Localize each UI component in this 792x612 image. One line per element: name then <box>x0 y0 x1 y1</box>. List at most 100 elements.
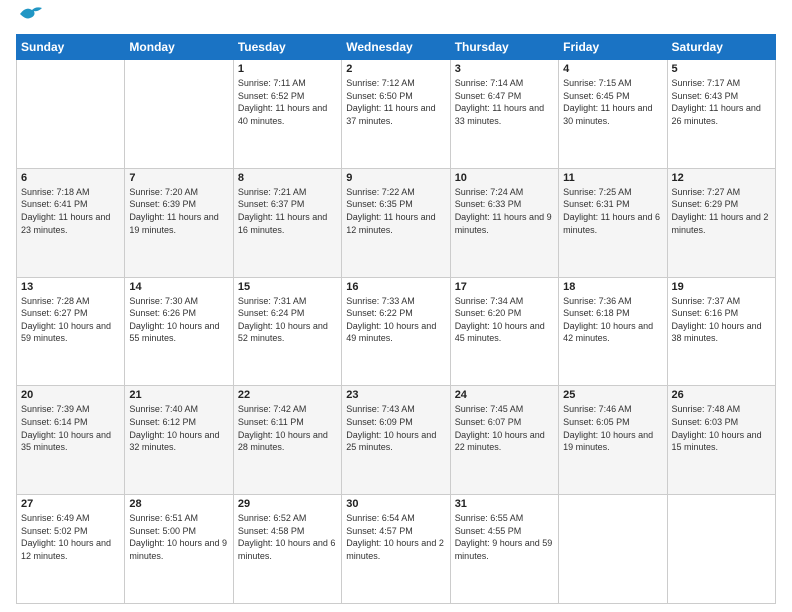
calendar-cell: 8 Sunrise: 7:21 AMSunset: 6:37 PMDaylight… <box>233 168 341 277</box>
calendar-cell <box>667 495 775 604</box>
calendar-table: SundayMondayTuesdayWednesdayThursdayFrid… <box>16 34 776 604</box>
day-number: 4 <box>563 63 662 75</box>
calendar-cell: 16Sunrise: 7:33 AMSunset: 6:22 PMDayligh… <box>342 277 450 386</box>
calendar-cell: 1Sunrise: 7:11 AMSunset: 6:52 PMDaylight… <box>233 60 341 169</box>
cell-info: Sunrise: 7:34 AMSunset: 6:20 PMDaylight:… <box>455 295 554 345</box>
day-number: 15 <box>238 281 337 293</box>
cell-info: Sunrise: 7:43 AMSunset: 6:09 PMDaylight:… <box>346 403 445 453</box>
cell-info: Sunrise: 7:17 AMSunset: 6:43 PMDaylight:… <box>672 77 771 127</box>
calendar-cell: 6 Sunrise: 7:18 AMSunset: 6:41 PMDaylight… <box>17 168 125 277</box>
calendar-cell: 24Sunrise: 7:45 AMSunset: 6:07 PMDayligh… <box>450 386 558 495</box>
calendar-cell: 31Sunrise: 6:55 AMSunset: 4:55 PMDayligh… <box>450 495 558 604</box>
day-number: 24 <box>455 389 554 401</box>
day-number: 1 <box>238 63 337 75</box>
day-number: 16 <box>346 281 445 293</box>
cell-info: Sunrise: 7:48 AMSunset: 6:03 PMDaylight:… <box>672 403 771 453</box>
weekday-tuesday: Tuesday <box>233 35 341 60</box>
day-number: 22 <box>238 389 337 401</box>
day-number: 20 <box>21 389 120 401</box>
week-row-5: 27Sunrise: 6:49 AMSunset: 5:02 PMDayligh… <box>17 495 776 604</box>
calendar-cell: 27Sunrise: 6:49 AMSunset: 5:02 PMDayligh… <box>17 495 125 604</box>
day-number: 21 <box>129 389 228 401</box>
cell-info: Sunrise: 7:31 AMSunset: 6:24 PMDaylight:… <box>238 295 337 345</box>
day-number: 18 <box>563 281 662 293</box>
weekday-wednesday: Wednesday <box>342 35 450 60</box>
calendar-cell: 28 Sunrise: 6:51 AMSunset: 5:00 PMDayligh… <box>125 495 233 604</box>
cell-info: Sunrise: 7:42 AMSunset: 6:11 PMDaylight:… <box>238 403 337 453</box>
weekday-thursday: Thursday <box>450 35 558 60</box>
day-number: 7 <box>129 172 228 184</box>
cell-info: Sunrise: 7:18 AMSunset: 6:41 PMDaylight:… <box>21 186 120 236</box>
cell-info: Sunrise: 6:52 AMSunset: 4:58 PMDaylight:… <box>238 512 337 562</box>
cell-info: Sunrise: 7:36 AMSunset: 6:18 PMDaylight:… <box>563 295 662 345</box>
weekday-friday: Friday <box>559 35 667 60</box>
calendar-cell: 3Sunrise: 7:14 AMSunset: 6:47 PMDaylight… <box>450 60 558 169</box>
calendar-cell: 19 Sunrise: 7:37 AMSunset: 6:16 PMDayligh… <box>667 277 775 386</box>
calendar-cell: 14Sunrise: 7:30 AMSunset: 6:26 PMDayligh… <box>125 277 233 386</box>
cell-info: Sunrise: 7:15 AMSunset: 6:45 PMDaylight:… <box>563 77 662 127</box>
day-number: 17 <box>455 281 554 293</box>
week-row-4: 20 Sunrise: 7:39 AMSunset: 6:14 PMDayligh… <box>17 386 776 495</box>
cell-info: Sunrise: 7:30 AMSunset: 6:26 PMDaylight:… <box>129 295 228 345</box>
cell-info: Sunrise: 6:55 AMSunset: 4:55 PMDaylight:… <box>455 512 554 562</box>
cell-info: Sunrise: 6:54 AMSunset: 4:57 PMDaylight:… <box>346 512 445 562</box>
cell-info: Sunrise: 7:28 AMSunset: 6:27 PMDaylight:… <box>21 295 120 345</box>
day-number: 10 <box>455 172 554 184</box>
calendar-cell: 18 Sunrise: 7:36 AMSunset: 6:18 PMDayligh… <box>559 277 667 386</box>
day-number: 29 <box>238 498 337 510</box>
calendar-cell: 23 Sunrise: 7:43 AMSunset: 6:09 PMDayligh… <box>342 386 450 495</box>
calendar-cell: 20 Sunrise: 7:39 AMSunset: 6:14 PMDayligh… <box>17 386 125 495</box>
day-number: 13 <box>21 281 120 293</box>
day-number: 27 <box>21 498 120 510</box>
calendar-cell: 7 Sunrise: 7:20 AMSunset: 6:39 PMDaylight… <box>125 168 233 277</box>
cell-info: Sunrise: 7:22 AMSunset: 6:35 PMDaylight:… <box>346 186 445 236</box>
calendar-cell: 17 Sunrise: 7:34 AMSunset: 6:20 PMDayligh… <box>450 277 558 386</box>
calendar-cell: 30 Sunrise: 6:54 AMSunset: 4:57 PMDayligh… <box>342 495 450 604</box>
day-number: 26 <box>672 389 771 401</box>
day-number: 25 <box>563 389 662 401</box>
calendar-cell: 4 Sunrise: 7:15 AMSunset: 6:45 PMDaylight… <box>559 60 667 169</box>
calendar-cell: 22 Sunrise: 7:42 AMSunset: 6:11 PMDayligh… <box>233 386 341 495</box>
cell-info: Sunrise: 7:39 AMSunset: 6:14 PMDaylight:… <box>21 403 120 453</box>
cell-info: Sunrise: 7:20 AMSunset: 6:39 PMDaylight:… <box>129 186 228 236</box>
calendar-cell: 10 Sunrise: 7:24 AMSunset: 6:33 PMDayligh… <box>450 168 558 277</box>
week-row-1: 1Sunrise: 7:11 AMSunset: 6:52 PMDaylight… <box>17 60 776 169</box>
bird-icon <box>18 4 44 26</box>
weekday-sunday: Sunday <box>17 35 125 60</box>
header <box>16 12 776 26</box>
calendar-cell: 11Sunrise: 7:25 AMSunset: 6:31 PMDayligh… <box>559 168 667 277</box>
day-number: 19 <box>672 281 771 293</box>
day-number: 12 <box>672 172 771 184</box>
calendar-cell: 26 Sunrise: 7:48 AMSunset: 6:03 PMDayligh… <box>667 386 775 495</box>
cell-info: Sunrise: 7:12 AMSunset: 6:50 PMDaylight:… <box>346 77 445 127</box>
cell-info: Sunrise: 7:37 AMSunset: 6:16 PMDaylight:… <box>672 295 771 345</box>
calendar-cell: 9Sunrise: 7:22 AMSunset: 6:35 PMDaylight… <box>342 168 450 277</box>
week-row-2: 6 Sunrise: 7:18 AMSunset: 6:41 PMDaylight… <box>17 168 776 277</box>
cell-info: Sunrise: 7:27 AMSunset: 6:29 PMDaylight:… <box>672 186 771 236</box>
logo <box>16 12 44 26</box>
day-number: 28 <box>129 498 228 510</box>
calendar-cell: 15 Sunrise: 7:31 AMSunset: 6:24 PMDayligh… <box>233 277 341 386</box>
calendar-cell: 25 Sunrise: 7:46 AMSunset: 6:05 PMDayligh… <box>559 386 667 495</box>
calendar-cell <box>17 60 125 169</box>
calendar-cell: 2 Sunrise: 7:12 AMSunset: 6:50 PMDaylight… <box>342 60 450 169</box>
weekday-header-row: SundayMondayTuesdayWednesdayThursdayFrid… <box>17 35 776 60</box>
day-number: 2 <box>346 63 445 75</box>
cell-info: Sunrise: 7:46 AMSunset: 6:05 PMDaylight:… <box>563 403 662 453</box>
day-number: 30 <box>346 498 445 510</box>
day-number: 6 <box>21 172 120 184</box>
day-number: 8 <box>238 172 337 184</box>
day-number: 5 <box>672 63 771 75</box>
calendar-cell <box>125 60 233 169</box>
week-row-3: 13 Sunrise: 7:28 AMSunset: 6:27 PMDayligh… <box>17 277 776 386</box>
cell-info: Sunrise: 7:24 AMSunset: 6:33 PMDaylight:… <box>455 186 554 236</box>
calendar-cell: 13 Sunrise: 7:28 AMSunset: 6:27 PMDayligh… <box>17 277 125 386</box>
calendar-cell: 21 Sunrise: 7:40 AMSunset: 6:12 PMDayligh… <box>125 386 233 495</box>
day-number: 11 <box>563 172 662 184</box>
day-number: 23 <box>346 389 445 401</box>
weekday-monday: Monday <box>125 35 233 60</box>
cell-info: Sunrise: 6:51 AMSunset: 5:00 PMDaylight:… <box>129 512 228 562</box>
cell-info: Sunrise: 7:14 AMSunset: 6:47 PMDaylight:… <box>455 77 554 127</box>
cell-info: Sunrise: 7:40 AMSunset: 6:12 PMDaylight:… <box>129 403 228 453</box>
cell-info: Sunrise: 7:21 AMSunset: 6:37 PMDaylight:… <box>238 186 337 236</box>
